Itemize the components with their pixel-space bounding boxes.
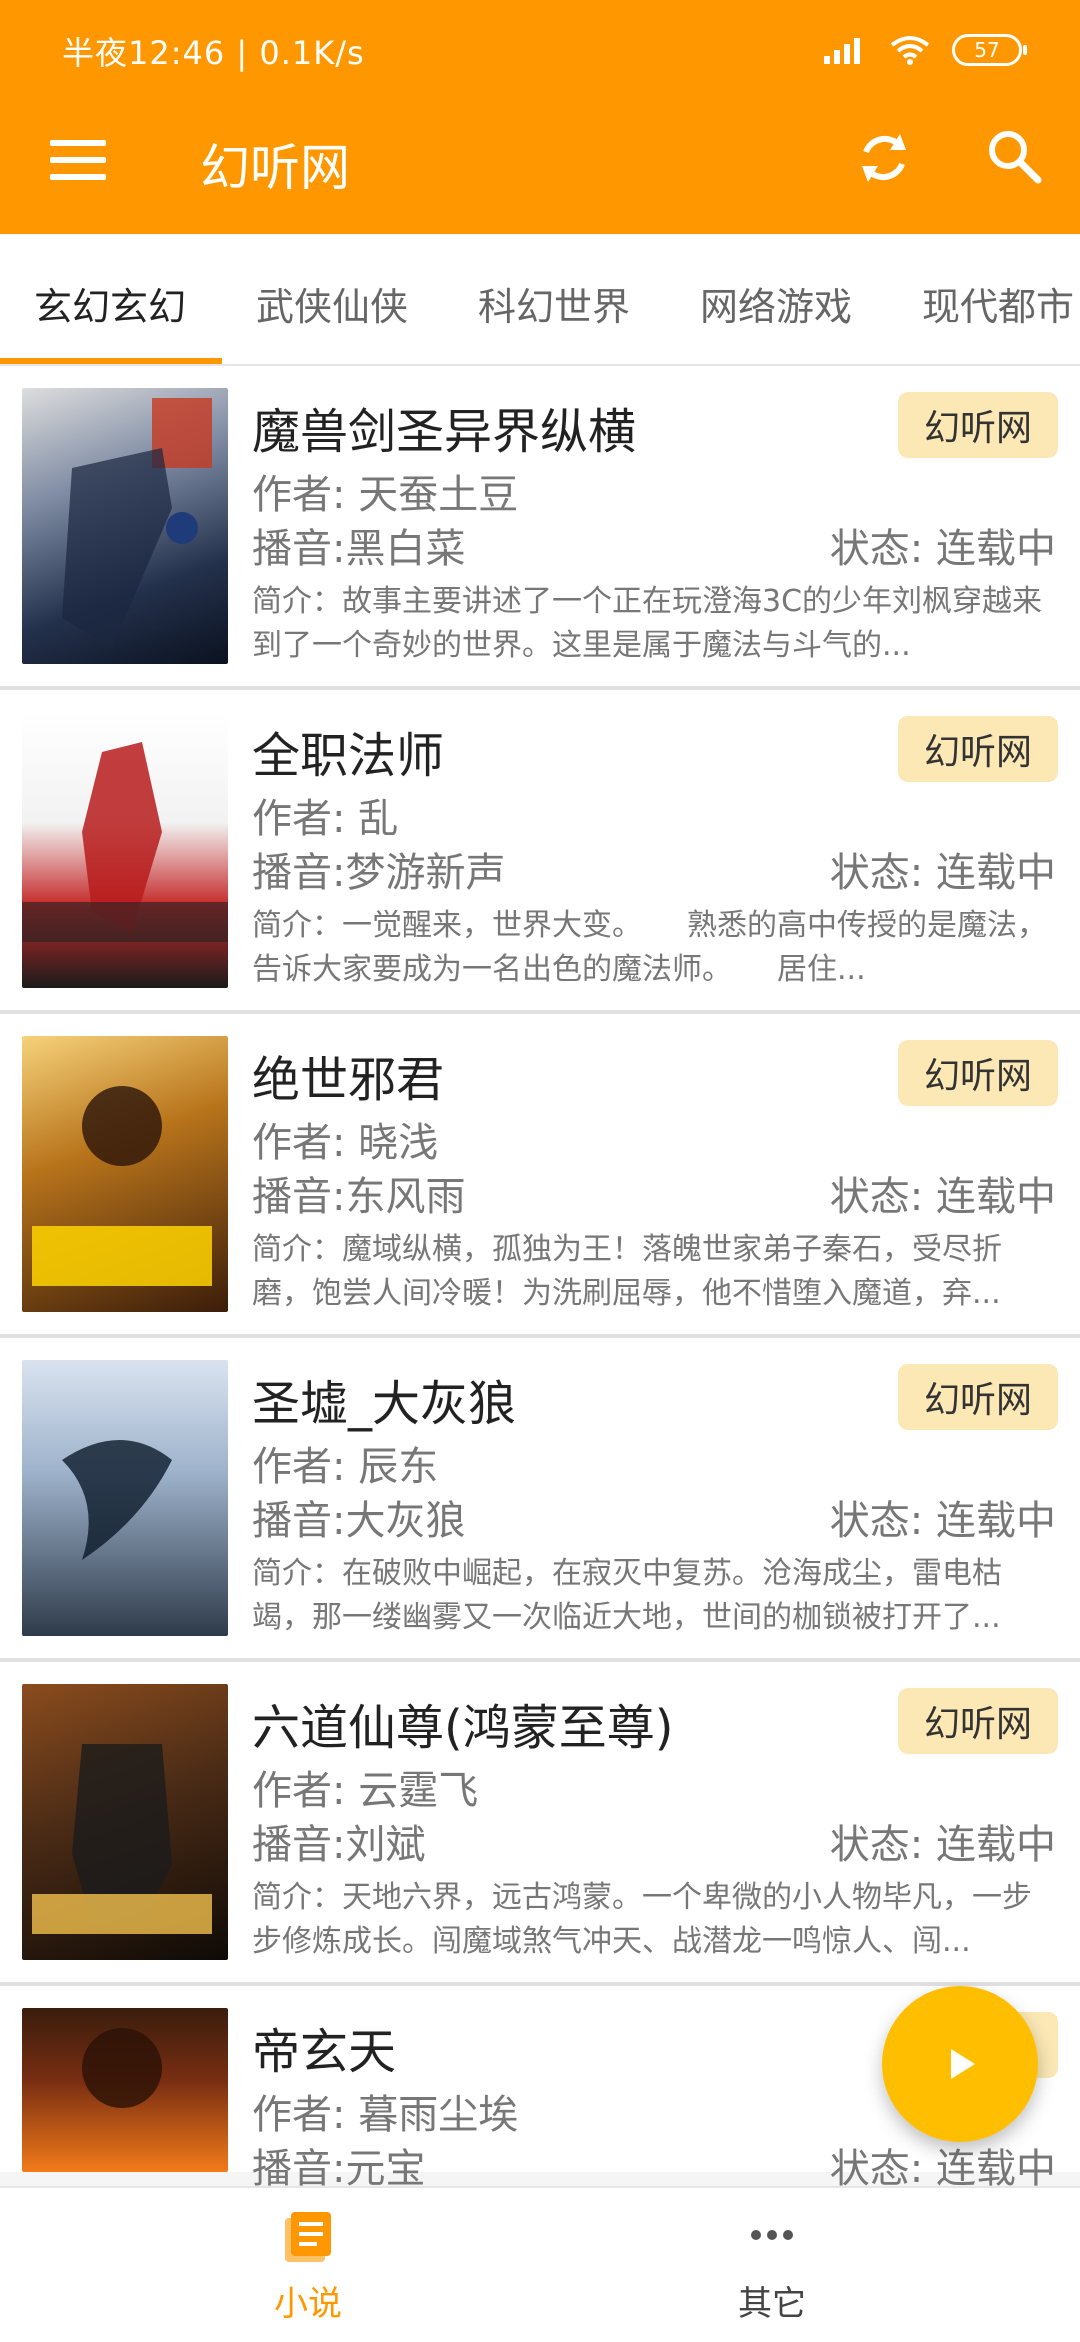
battery-indicator: 57 (952, 34, 1027, 66)
play-icon (951, 2049, 975, 2079)
book-cover (22, 1036, 228, 1312)
nav-other-label: 其它 (738, 2284, 806, 2324)
category-tabs: 玄幻玄幻 武侠仙侠 科幻世界 网络游戏 现代都市 (0, 234, 1080, 366)
signal-icon (824, 38, 860, 64)
source-badge: 幻听网 (898, 1040, 1058, 1106)
book-item[interactable]: 圣墟_大灰狼 幻听网 作者: 辰东 播音:大灰狼 状态: 连载中 简介：在破败中… (0, 1338, 1080, 1662)
book-item[interactable]: 全职法师 幻听网 作者: 乱 播音:梦游新声 状态: 连载中 简介：一觉醒来，世… (0, 690, 1080, 1014)
source-badge: 幻听网 (898, 1688, 1058, 1754)
book-status: 状态: 连载中 (829, 1498, 1056, 1544)
status-icons: 57 (824, 30, 1027, 70)
book-title: 绝世邪君 (252, 1052, 445, 1108)
book-author: 作者: 辰东 (252, 1444, 439, 1490)
book-cover (22, 712, 228, 988)
source-badge: 幻听网 (898, 1364, 1058, 1430)
book-author: 作者: 天蚕土豆 (252, 472, 519, 518)
book-cover (22, 388, 228, 664)
status-time-speed: 半夜12:46 | 0.1K/s (62, 34, 365, 72)
refresh-icon[interactable] (852, 126, 916, 190)
nav-novel-label: 小说 (274, 2284, 342, 2324)
book-title: 圣墟_大灰狼 (252, 1376, 517, 1432)
play-button[interactable] (882, 1986, 1038, 2142)
tab-dushi[interactable]: 现代都市 (922, 276, 1074, 331)
status-bar: 半夜12:46 | 0.1K/s 57 (0, 0, 1080, 100)
book-author: 作者: 乱 (252, 796, 399, 842)
book-summary: 简介：故事主要讲述了一个正在玩澄海3C的少年刘枫穿越来到了一个奇妙的世界。这里是… (252, 584, 1043, 663)
book-status: 状态: 连载中 (829, 1174, 1056, 1220)
book-status: 状态: 连载中 (829, 1822, 1056, 1868)
book-title: 魔兽剑圣异界纵横 (252, 404, 637, 460)
book-summary: 简介：一觉醒来，世界大变。 熟悉的高中传授的是魔法，告诉大家要成为一名出色的魔法… (252, 908, 1047, 987)
top-bar: 半夜12:46 | 0.1K/s 57 幻听网 (0, 0, 1080, 234)
tab-kehuan[interactable]: 科幻世界 (478, 276, 630, 331)
nav-novel[interactable]: 小说 (208, 2204, 408, 2325)
wifi-icon (890, 36, 930, 65)
source-badge: 幻听网 (898, 716, 1058, 782)
book-summary: 简介：天地六界，远古鸿蒙。一个卑微的小人物毕凡，一步步修炼成长。闯魔域煞气冲天、… (252, 1880, 1032, 1959)
book-list-icon (285, 2212, 331, 2262)
book-title: 全职法师 (252, 728, 445, 784)
tab-xuanhuan[interactable]: 玄幻玄幻 (34, 276, 186, 331)
book-author: 作者: 晓浅 (252, 1120, 439, 1166)
book-narrator: 播音:东风雨 (252, 1174, 466, 1220)
book-list: 魔兽剑圣异界纵横 幻听网 作者: 天蚕土豆 播音:黑白菜 状态: 连载中 简介：… (0, 366, 1080, 2192)
bottom-nav: 小说 其它 (0, 2186, 1080, 2342)
tab-indicator (0, 358, 222, 364)
source-badge: 幻听网 (898, 392, 1058, 458)
book-author: 作者: 暮雨尘埃 (252, 2092, 519, 2138)
book-cover (22, 1684, 228, 1960)
more-icon (751, 2230, 793, 2240)
book-narrator: 播音:大灰狼 (252, 1498, 466, 1544)
book-title: 六道仙尊(鸿蒙至尊) (252, 1700, 674, 1756)
book-status: 状态: 连载中 (829, 850, 1056, 896)
book-status: 状态: 连载中 (829, 526, 1056, 572)
book-cover (22, 2008, 228, 2172)
book-author: 作者: 云霆飞 (252, 1768, 479, 1814)
book-cover (22, 1360, 228, 1636)
tab-wuxia[interactable]: 武侠仙侠 (256, 276, 408, 331)
search-icon[interactable] (984, 126, 1044, 186)
book-item[interactable]: 六道仙尊(鸿蒙至尊) 幻听网 作者: 云霆飞 播音:刘斌 状态: 连载中 简介：… (0, 1662, 1080, 1986)
menu-icon[interactable] (50, 140, 106, 188)
book-narrator: 播音:梦游新声 (252, 850, 506, 896)
book-narrator: 播音:黑白菜 (252, 526, 466, 572)
book-item[interactable]: 绝世邪君 幻听网 作者: 晓浅 播音:东风雨 状态: 连载中 简介：魔域纵横，孤… (0, 1014, 1080, 1338)
book-narrator: 播音:刘斌 (252, 1822, 426, 1868)
app-bar: 幻听网 (0, 100, 1080, 234)
app-title: 幻听网 (200, 139, 350, 197)
book-title: 帝玄天 (252, 2024, 397, 2080)
book-summary: 简介：在破败中崛起，在寂灭中复苏。沧海成尘，雷电枯竭，那一缕幽雾又一次临近大地，… (252, 1556, 1002, 1635)
tab-wangyou[interactable]: 网络游戏 (700, 276, 852, 331)
nav-other[interactable]: 其它 (672, 2204, 872, 2325)
book-summary: 简介：魔域纵横，孤独为王！落魄世家弟子秦石，受尽折磨，饱尝人间冷暖！为洗刷屈辱，… (252, 1232, 1002, 1311)
book-item[interactable]: 魔兽剑圣异界纵横 幻听网 作者: 天蚕土豆 播音:黑白菜 状态: 连载中 简介：… (0, 366, 1080, 690)
